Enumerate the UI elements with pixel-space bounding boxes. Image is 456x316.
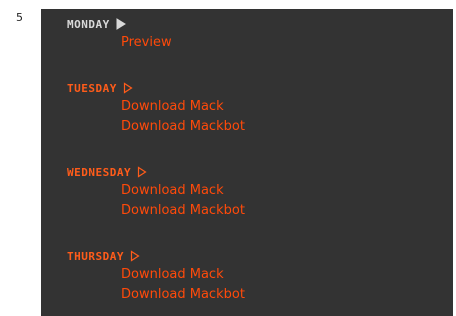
- day-links-thursday: Download Mack Download Mackbot: [121, 265, 245, 305]
- day-links-monday: Preview: [121, 33, 172, 53]
- day-links-wednesday: Download Mack Download Mackbot: [121, 181, 245, 221]
- day-heading-wednesday[interactable]: WEDNESDAY: [67, 163, 245, 181]
- day-heading-label: MONDAY: [67, 17, 110, 31]
- day-heading-thursday[interactable]: THURSDAY: [67, 247, 245, 265]
- day-section-wednesday: WEDNESDAY Download Mack Download Mackbot: [67, 163, 245, 221]
- download-mack-link[interactable]: Download Mack: [121, 265, 245, 285]
- day-section-monday: MONDAY Preview: [67, 15, 172, 53]
- download-mack-link[interactable]: Download Mack: [121, 97, 245, 117]
- day-section-thursday: THURSDAY Download Mack Download Mackbot: [67, 247, 245, 305]
- download-mackbot-link[interactable]: Download Mackbot: [121, 117, 245, 137]
- day-heading-monday[interactable]: MONDAY: [67, 15, 172, 33]
- outline-play-arrow-icon: [123, 82, 133, 94]
- day-heading-label: TUESDAY: [67, 81, 117, 95]
- outline-play-arrow-icon: [138, 166, 147, 178]
- line-number-label: 5: [16, 11, 23, 24]
- preview-link[interactable]: Preview: [121, 33, 172, 53]
- download-mack-link[interactable]: Download Mack: [121, 181, 245, 201]
- download-mackbot-link[interactable]: Download Mackbot: [121, 285, 245, 305]
- day-heading-tuesday[interactable]: TUESDAY: [67, 79, 245, 97]
- day-heading-label: THURSDAY: [67, 249, 124, 263]
- day-heading-label: WEDNESDAY: [67, 165, 132, 179]
- day-links-tuesday: Download Mack Download Mackbot: [121, 97, 245, 137]
- weekly-downloads-panel: MONDAY Preview TUESDAY Download Mack Dow…: [41, 9, 453, 316]
- filled-play-arrow-icon: [116, 18, 126, 30]
- day-section-tuesday: TUESDAY Download Mack Download Mackbot: [67, 79, 245, 137]
- download-mackbot-link[interactable]: Download Mackbot: [121, 201, 245, 221]
- outline-play-arrow-icon: [130, 250, 140, 262]
